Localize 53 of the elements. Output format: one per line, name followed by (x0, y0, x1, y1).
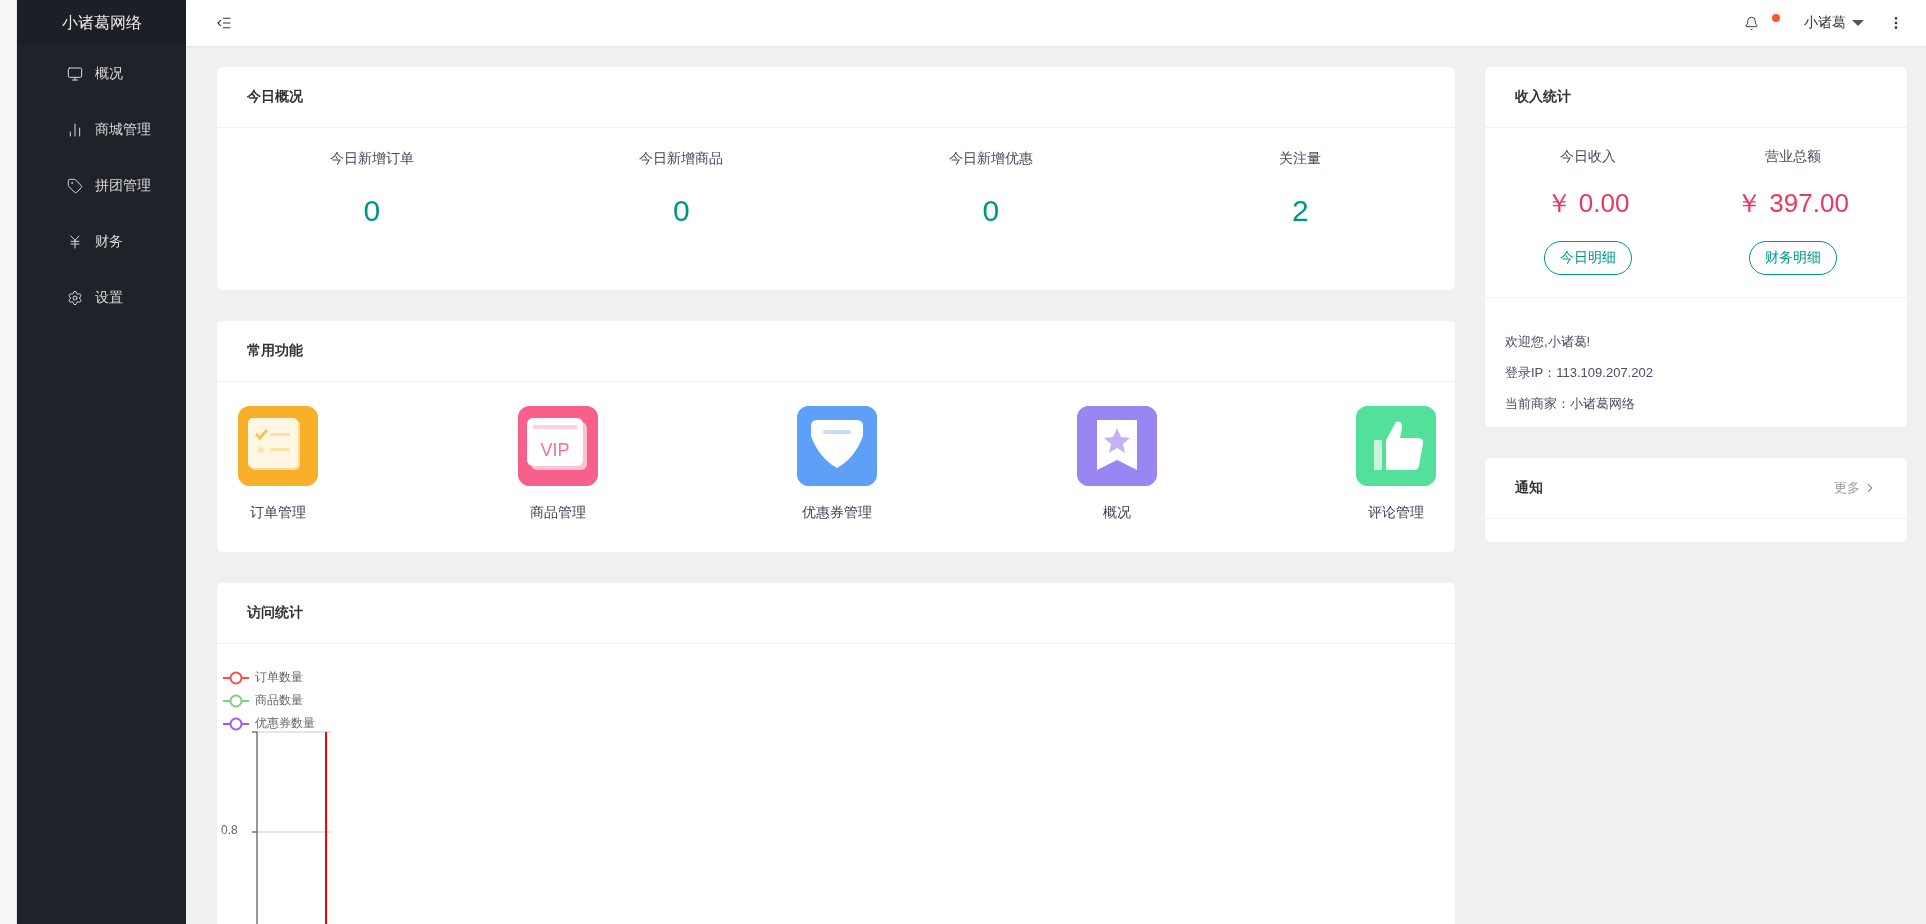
thumb-tile-icon[interactable] (1356, 406, 1436, 486)
sidebar-item[interactable]: 财务 (17, 214, 186, 270)
user-menu[interactable]: 小诸葛 (1804, 14, 1864, 32)
list-tile-icon[interactable] (238, 406, 318, 486)
details-button[interactable]: 财务明细 (1748, 241, 1837, 275)
stat-value: 0 (982, 194, 1000, 228)
card-title: 访问统计 (247, 604, 303, 622)
function-label[interactable]: 概况 (1102, 504, 1131, 522)
function-label[interactable]: 优惠券管理 (802, 504, 872, 522)
settings-icon (67, 290, 83, 306)
shield-tile-icon[interactable] (797, 406, 877, 486)
info-text: 登录IP：113.109.207.202 (1505, 364, 1654, 382)
yen-icon (67, 234, 83, 250)
info-text: 欢迎您,小诸葛! (1505, 333, 1592, 351)
tag-icon (67, 178, 83, 194)
caret-icon (1852, 19, 1864, 27)
stat-label: 营业总额 (1764, 148, 1821, 166)
info-text: 当前商家：小诸葛网络 (1505, 395, 1636, 413)
stat-label: 今日新增优惠 (948, 150, 1033, 168)
legend-label: 商品数量 (255, 692, 303, 709)
function-label[interactable]: 评论管理 (1368, 504, 1424, 522)
stat-value: 0 (672, 194, 690, 228)
sidebar-item[interactable]: 设置 (17, 270, 186, 326)
sidebar-item[interactable]: 商城管理 (17, 102, 186, 158)
legend-label: 订单数量 (255, 669, 303, 686)
stat-value: 2 (1291, 194, 1309, 228)
menu-icon[interactable] (216, 15, 232, 31)
sidebar-item[interactable]: 概况 (17, 46, 186, 102)
stat-label: 今日新增商品 (639, 150, 724, 168)
axis-tick-label: 0.8 (221, 823, 238, 837)
monitor-icon (67, 66, 83, 82)
bar-chart-icon (67, 122, 83, 138)
stat-label: 今日收入 (1559, 148, 1616, 166)
card-title: 收入统计 (1515, 88, 1571, 106)
function-label[interactable]: 商品管理 (529, 504, 586, 522)
details-button[interactable]: 今日明细 (1543, 241, 1632, 275)
legend-marker-icon[interactable] (223, 716, 249, 731)
sidebar-logo: 小诸葛网络 (17, 0, 186, 46)
function-label[interactable]: 订单管理 (250, 504, 306, 522)
legend-marker-icon[interactable] (223, 670, 249, 685)
sidebar-item[interactable]: 拼团管理 (17, 158, 186, 214)
bell-icon[interactable] (1744, 15, 1759, 31)
card-title: 今日概况 (247, 88, 303, 106)
amount-value: ￥ 397.00 (1736, 187, 1849, 220)
stat-value: 0 (363, 194, 381, 228)
card-title: 通知 (1515, 479, 1543, 497)
stat-label: 关注量 (1279, 150, 1322, 168)
card-title: 常用功能 (247, 342, 303, 360)
legend-label: 优惠券数量 (255, 715, 315, 732)
amount-value: ￥ 0.00 (1545, 187, 1630, 220)
star-tile-icon[interactable] (1076, 406, 1157, 486)
legend-marker-icon[interactable] (223, 693, 249, 708)
stat-label: 今日新增订单 (329, 150, 414, 168)
